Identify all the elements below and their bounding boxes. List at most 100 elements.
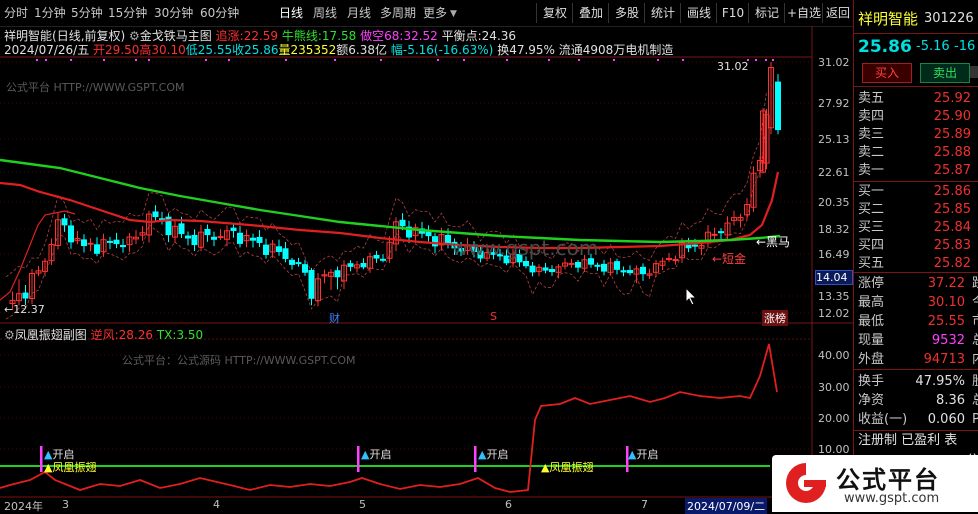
bid-row-label: 买三 <box>858 220 885 235</box>
candle-body <box>308 270 315 299</box>
bid-row-value: 25.82 <box>933 256 971 271</box>
bid-row: 买一 25.86 <box>858 182 978 202</box>
signal-dot <box>45 59 47 61</box>
stat2-row-value: 47.95% <box>915 374 965 389</box>
signal-bar <box>40 446 43 472</box>
bid-row-label: 买二 <box>858 202 885 217</box>
signal-dot <box>205 59 207 61</box>
panel-pct: -16 <box>954 39 976 54</box>
y-tick-label: 22.61 <box>818 166 850 179</box>
signal-fenghuang: ▲凤凰振翅 <box>44 461 97 474</box>
candle-body <box>61 218 68 226</box>
candle-body <box>775 81 781 131</box>
stat-row-value: 30.10 <box>927 295 965 310</box>
panel-scroll-handle[interactable] <box>970 66 978 78</box>
ask-row-value: 25.89 <box>933 127 971 142</box>
candle-body <box>445 234 451 244</box>
sub-indicator-header: ⚙凤凰振翅副图 逆风:28.26 TX:3.50 <box>4 326 203 343</box>
y-tick-label: 27.92 <box>818 97 850 110</box>
buy-button[interactable]: 买入 <box>862 63 912 83</box>
stat-row-label: 最低 <box>858 314 885 329</box>
candle-body <box>334 270 341 278</box>
stat-row-value: 94713 <box>923 352 965 367</box>
signal-dot <box>103 59 105 61</box>
finance-marker[interactable]: 财 <box>329 310 340 326</box>
y-tick-label: 16.49 <box>818 248 850 261</box>
candle-body <box>523 260 529 267</box>
signal-dot <box>506 59 508 61</box>
candle-body <box>432 236 438 247</box>
candle-body <box>250 237 256 241</box>
candle-body <box>399 219 406 227</box>
candle-body <box>81 239 87 247</box>
gspt-logo-icon <box>786 463 826 503</box>
signal-dot <box>70 59 72 61</box>
nifeng-value: 28.26 <box>118 328 154 342</box>
y-tick-label: 18.32 <box>818 223 850 236</box>
y-tick-label: 31.02 <box>818 56 850 69</box>
heima-annotation: ←黑马 <box>756 235 791 249</box>
panel-footer: 注册制 已盈利 表 <box>858 433 958 448</box>
candle-body <box>152 211 159 218</box>
stat-row-extra: 市 <box>972 312 978 332</box>
signal-kaiqi: ▲开启 <box>628 448 659 461</box>
current-price-box: 14.04 <box>815 270 853 285</box>
bid-row: 买二 25.85 <box>858 200 978 220</box>
signal-dot <box>36 59 38 61</box>
candle-body <box>360 262 367 268</box>
stat2-row-extra: P <box>972 412 978 427</box>
candle-body <box>542 267 549 271</box>
stat-row-extra: 跌 <box>972 274 978 294</box>
signal-dot <box>682 59 684 61</box>
bid-row-label: 买五 <box>858 256 885 271</box>
bid-row: 买五 25.82 <box>858 254 978 274</box>
high-annotation: 31.02 <box>717 60 749 73</box>
logo-url: www.gspt.com <box>844 491 940 506</box>
candle-body <box>191 234 198 246</box>
zhangbang-marker[interactable]: 涨榜 <box>762 310 788 326</box>
stat-row: 最高 30.10 今 <box>858 293 978 313</box>
stat-row-extra: 总 <box>972 331 978 351</box>
sell-button[interactable]: 卖出 <box>920 63 970 83</box>
tx-label: TX: <box>156 328 177 342</box>
signal-dot <box>765 59 767 61</box>
candle-body <box>620 270 627 273</box>
bid-row-label: 买四 <box>858 238 885 253</box>
ask-row-label: 卖一 <box>858 163 885 178</box>
signal-dot <box>135 59 137 61</box>
signal-dot <box>380 59 382 61</box>
stat2-row-extra: 总 <box>972 391 978 411</box>
panel-stock-code: 301226 <box>924 11 974 26</box>
ask-row-value: 25.88 <box>933 145 971 160</box>
candle-body <box>237 232 243 244</box>
stat-row: 现量 9532 总 <box>858 331 978 351</box>
candle-body <box>627 269 633 274</box>
gear-icon[interactable]: ⚙ <box>4 328 15 342</box>
candle-body <box>425 231 432 237</box>
quote-panel: 祥明智能 301226 25.86 -5.16 -16 买入 卖出 卖五 25.9… <box>853 0 978 512</box>
panel-price-line: 25.86 -5.16 -16 <box>858 37 978 57</box>
sub-indicator-name[interactable]: 凤凰振翅副图 <box>15 328 87 342</box>
bid-row-value: 25.85 <box>933 202 971 217</box>
bid-row: 买三 25.84 <box>858 218 978 238</box>
signal-bar <box>357 446 360 472</box>
stat-row-extra: 今 <box>972 293 978 313</box>
candle-body <box>94 244 100 254</box>
stat-row-extra: 内 <box>972 350 978 370</box>
candle-body <box>87 242 94 245</box>
s-marker[interactable]: S <box>490 310 497 323</box>
candle-body <box>373 254 380 259</box>
stat2-row-value: 0.060 <box>927 412 965 427</box>
candle-body <box>185 235 191 239</box>
candle-body <box>601 263 607 272</box>
bid-row-value: 25.86 <box>933 184 971 199</box>
signal-dot <box>437 59 439 61</box>
mouse-cursor-icon <box>685 287 698 306</box>
ask-row: 卖四 25.90 <box>858 107 978 127</box>
ask-row-label: 卖三 <box>858 127 885 142</box>
tx-value: 3.50 <box>176 328 204 342</box>
candle-body <box>685 244 692 249</box>
low-annotation: ←12.37 <box>4 303 45 316</box>
y-tick-label: 25.13 <box>818 133 850 146</box>
channel-upper-line <box>5 91 767 278</box>
